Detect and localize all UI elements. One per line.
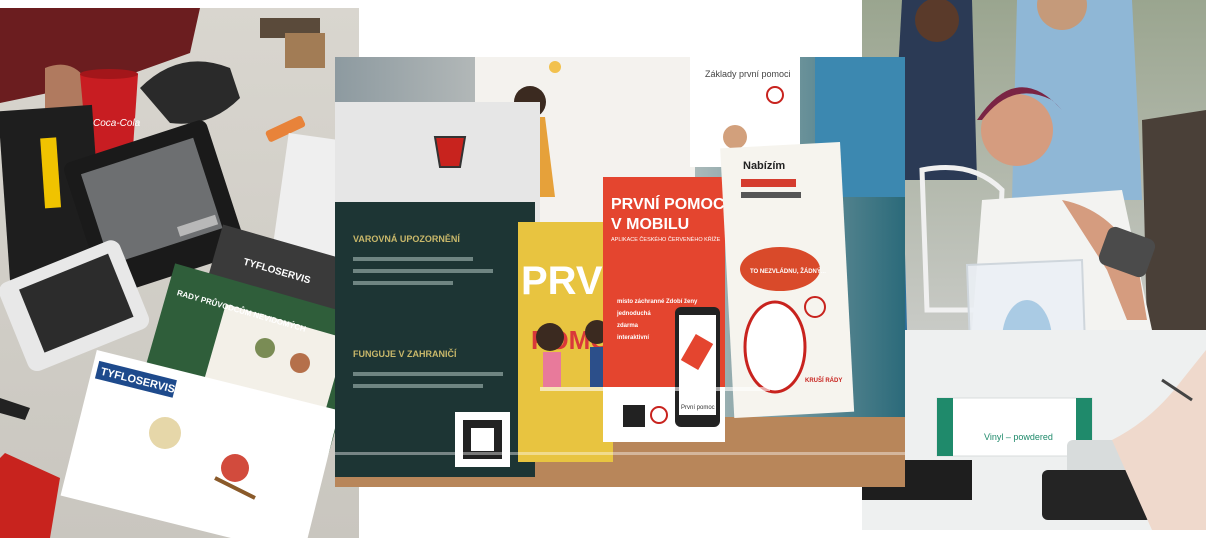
card-app-bullet: zdarma	[617, 323, 639, 329]
photo-blood-pressure: Vinyl – powdered	[862, 0, 1206, 530]
photo-blood-pressure-scene: Vinyl – powdered	[862, 0, 1206, 530]
person-background-3	[1142, 110, 1206, 340]
card-app-bullet: interaktivní	[617, 335, 649, 341]
sign-basics-text: Základy první pomoci	[705, 69, 791, 79]
cup-brand-text: Coca-Cola	[93, 118, 141, 129]
acrylic-stand-edge	[540, 387, 770, 391]
card-app-title-1: PRVNÍ POMOC	[611, 194, 725, 213]
card-dark-subheading: FUNGUJE V ZAHRANIČÍ	[353, 348, 457, 359]
card-app-subtitle: APLIKACE ČESKÉHO ČERVENÉHO KŘÍŽE	[611, 235, 721, 243]
photo-assistive-devices-scene: Coca-Cola TYFLOSERVIS RADY PRŮVODCŮM NEV…	[0, 8, 359, 538]
card-dark-teal: VAROVNÁ UPOZORNĚNÍ FUNGUJE V ZAHRANIČÍ	[335, 102, 540, 477]
qr-code-small	[623, 405, 645, 427]
card-first-aid-app: PRVNÍ POMOC V MOBILU APLIKACE ČESKÉHO ČE…	[603, 177, 725, 442]
photo-first-aid-leaflets: Základy první pomoci VAROVNÁ UPOZORNĚNÍ …	[335, 57, 905, 487]
card-app-bullet: místo záchranné Zdobí ženy	[617, 299, 698, 305]
photo-first-aid-leaflets-scene: Základy první pomoci VAROVNÁ UPOZORNĚNÍ …	[335, 57, 905, 487]
acrylic-stand-base	[335, 452, 905, 455]
card-app-bullet: jednoduchá	[616, 311, 651, 317]
glove-box-label: Vinyl – powdered	[984, 432, 1053, 442]
card-illustrated: Nabízím TO NEZVLÁDNU, ŽÁDNÝ... KRUŠÍ RÁD…	[720, 142, 855, 418]
photo-assistive-devices: Coca-Cola TYFLOSERVIS RADY PRŮVODCŮM NEV…	[0, 8, 359, 538]
card-dark-heading: VAROVNÁ UPOZORNĚNÍ	[353, 233, 460, 244]
wooden-box	[285, 33, 325, 68]
card-illustrated-bottom: KRUŠÍ RÁDY	[805, 376, 842, 384]
card-illustrated-top: Nabízím	[743, 160, 785, 172]
card-app-title-2: V MOBILU	[611, 216, 689, 233]
phone-label: První pomoc	[681, 405, 715, 411]
phone-mockup: První pomoc	[675, 307, 720, 427]
card-illustrated-mid: TO NEZVLÁDNU, ŽÁDNÝ...	[750, 267, 826, 275]
